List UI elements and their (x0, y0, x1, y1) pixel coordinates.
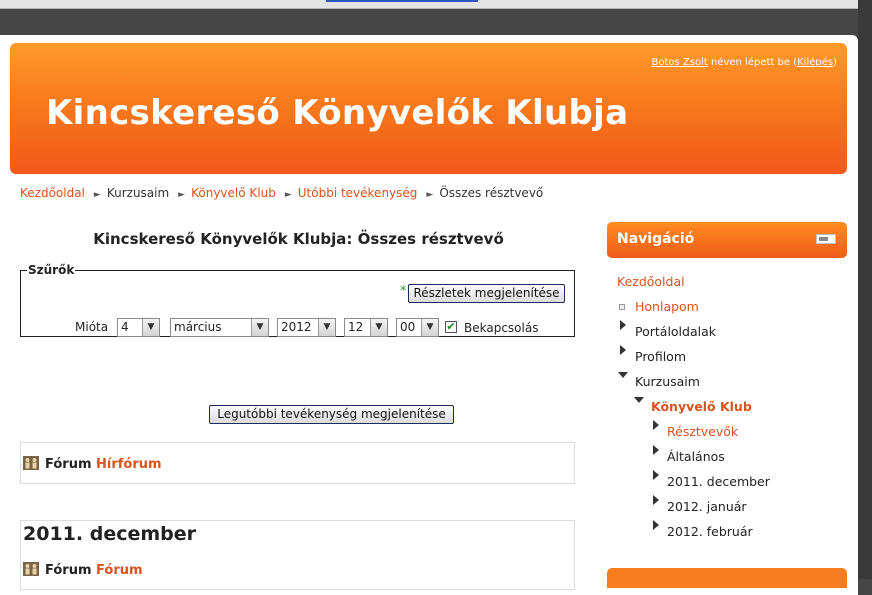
forum-icon (23, 562, 39, 576)
navigation-title: Navigáció (617, 231, 695, 247)
bullet-icon (619, 304, 625, 310)
main-content: Kincskereső Könyvelők Klubja: Összes rés… (20, 230, 577, 590)
day-select[interactable]: 4 ▼ (117, 318, 160, 337)
expand-arrow-icon[interactable] (653, 445, 659, 455)
user-profile-link[interactable]: Botos Zsolt (652, 57, 708, 68)
expand-arrow-icon[interactable] (653, 520, 659, 530)
chevron-down-icon: ▼ (421, 319, 438, 336)
forum-icon (23, 456, 39, 470)
month-value: március (174, 320, 222, 334)
hour-select[interactable]: 12 ▼ (344, 318, 388, 337)
show-details-button[interactable]: Részletek megjelenítése (408, 284, 565, 303)
collapse-arrow-icon[interactable] (634, 397, 644, 403)
nav-item-course[interactable]: Könyvelő Klub (651, 399, 752, 414)
section-heading: 2011. december (23, 523, 197, 545)
chevron-down-icon: ▼ (370, 319, 387, 336)
expand-arrow-icon[interactable] (620, 345, 626, 355)
activity-item: Fórum Hírfórum (23, 455, 162, 472)
login-info: Botos Zsolt néven lépett be (Kilépés) (652, 57, 838, 68)
breadcrumb-recent-activity[interactable]: Utóbbi tevékenység (298, 186, 418, 200)
expand-arrow-icon[interactable] (653, 420, 659, 430)
show-recent-activity-button[interactable]: Legutóbbi tevékenység megjelenítése (209, 405, 454, 424)
expand-arrow-icon[interactable] (620, 320, 626, 330)
activity-link[interactable]: Fórum (96, 563, 143, 578)
nav-item-profile[interactable]: Profilom (635, 349, 686, 364)
nav-item-my-home[interactable]: Honlapom (635, 299, 699, 314)
browser-scroll-area (858, 0, 872, 579)
enable-label: Bekapcsolás (464, 321, 539, 335)
minute-select[interactable]: 00 ▼ (396, 318, 439, 337)
activity-section: Fórum Hírfórum (20, 442, 575, 484)
breadcrumb-separator-icon: ► (426, 190, 434, 200)
month-select[interactable]: március ▼ (170, 318, 269, 337)
day-value: 4 (121, 320, 129, 334)
year-value: 2012 (281, 320, 312, 334)
breadcrumb-separator-icon: ► (284, 190, 292, 200)
login-text: néven lépett be (710, 57, 791, 68)
breadcrumb-home[interactable]: Kezdőoldal (20, 186, 85, 200)
breadcrumb-my-courses: Kurzusaim (106, 186, 170, 200)
nav-item-home[interactable]: Kezdőoldal (617, 274, 685, 289)
navigation-header: Navigáció (607, 222, 847, 258)
dock-block-icon[interactable] (816, 234, 836, 244)
activity-link[interactable]: Hírfórum (96, 457, 162, 472)
minute-value: 00 (400, 320, 416, 334)
chevron-down-icon: ▼ (251, 319, 268, 336)
nav-item-participants[interactable]: Résztvevők (667, 424, 738, 439)
nav-item-2012-february[interactable]: 2012. február (667, 524, 753, 539)
filters-legend: Szűrők (28, 263, 75, 277)
enable-checkbox[interactable]: ✔ (445, 321, 457, 333)
site-header: Botos Zsolt néven lépett be (Kilépés) Ki… (10, 43, 847, 174)
expand-arrow-icon[interactable] (653, 470, 659, 480)
year-select[interactable]: 2012 ▼ (277, 318, 336, 337)
expand-arrow-icon[interactable] (653, 495, 659, 505)
activity-type: Fórum (45, 563, 92, 578)
since-label: Mióta (75, 320, 109, 334)
chevron-down-icon: ▼ (142, 319, 159, 336)
required-marker: * (400, 284, 407, 299)
activity-section: 2011. december Fórum Fórum (20, 520, 575, 590)
nav-item-my-courses[interactable]: Kurzusaim (635, 374, 700, 389)
filters-fieldset: Szűrők * Részletek megjelenítése Mióta 4… (20, 263, 575, 337)
collapse-arrow-icon[interactable] (618, 372, 628, 378)
next-block-header (607, 568, 847, 588)
breadcrumb: Kezdőoldal ► Kurzusaim ► Könyvelő Klub ► Utóbb… (20, 186, 543, 200)
breadcrumb-separator-icon: ► (93, 190, 101, 200)
page-heading: Kincskereső Könyvelők Klubja: Összes rés… (93, 230, 504, 248)
paren-close: ) (833, 57, 837, 68)
nav-item-2011-december[interactable]: 2011. december (667, 474, 770, 489)
chevron-down-icon: ▼ (318, 319, 335, 336)
nav-item-general[interactable]: Általános (667, 449, 725, 464)
breadcrumb-separator-icon: ► (178, 190, 186, 200)
activity-type: Fórum (45, 457, 92, 472)
activity-item: Fórum Fórum (23, 561, 143, 578)
hour-value: 12 (348, 320, 364, 334)
breadcrumb-current: Összes résztvevő (439, 186, 544, 200)
site-title: Kincskereső Könyvelők Klubja (46, 93, 629, 133)
page-container: Botos Zsolt néven lépett be (Kilépés) Ki… (0, 35, 858, 595)
nav-item-site-pages[interactable]: Portáloldalak (635, 324, 716, 339)
browser-link-underline (326, 0, 478, 2)
breadcrumb-course[interactable]: Könyvelő Klub (191, 186, 276, 200)
browser-top-strip (0, 0, 872, 9)
nav-item-2012-january[interactable]: 2012. január (667, 499, 747, 514)
logout-link[interactable]: Kilépés (797, 57, 833, 68)
